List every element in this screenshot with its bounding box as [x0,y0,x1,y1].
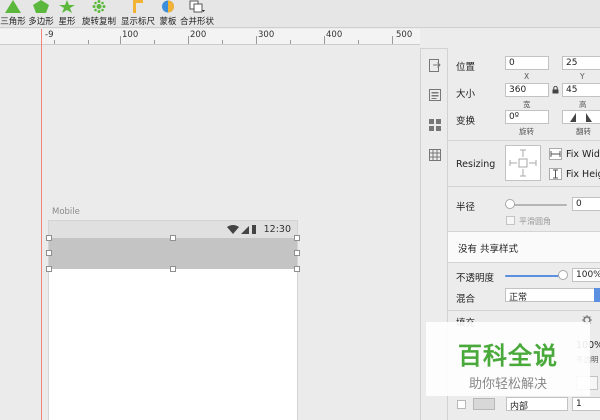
size-label: 大小 [456,89,476,100]
fix-height-icon[interactable] [549,168,562,180]
width-sublabel: 宽 [523,100,531,109]
combine-shapes-tool[interactable]: 合并形状 [180,0,214,28]
opacity-label: 不透明度 [456,273,495,284]
export-icon[interactable] [429,59,441,72]
resize-handle[interactable] [294,250,300,256]
polygon-tool[interactable]: 多边形 [27,0,55,28]
artboard-mobile[interactable]: 12:30 [46,221,300,420]
horizontal-ruler[interactable]: -9 100 200 300 400 500 [0,29,420,45]
combine-shapes-icon [189,0,205,13]
triangle-tool[interactable]: 三角形 [0,0,26,28]
ruler-label: 300 [258,30,275,40]
resize-handle[interactable] [46,235,52,241]
blend-label: 混合 [456,294,476,305]
resizing-pins-icon [509,149,537,177]
rotate-copy-icon [92,0,106,13]
signal-icons [227,225,256,234]
mask-tool[interactable]: 蒙板 [157,0,179,28]
shared-style-selector[interactable]: 没有 共享样式 [448,232,600,262]
ruler-tick [324,36,325,44]
transform-label: 变换 [456,116,476,127]
watermark: 百科全说 助你轻松解决 [426,322,590,396]
watermark-title: 百科全说 [458,342,558,370]
resizing-label: Resizing [456,159,496,170]
opacity-slider-knob[interactable] [558,270,568,280]
smooth-corners-label: 平滑圆角 [519,217,551,226]
divider [448,140,600,141]
y-label: Y [580,72,585,81]
resize-handle[interactable] [294,266,300,272]
ruler-label: 400 [326,30,343,40]
flip-buttons[interactable] [562,110,600,124]
ruler-label: -9 [45,30,54,40]
status-time: 12:30 [263,224,291,235]
artboard-label[interactable]: Mobile [52,207,80,217]
ruler-label: 200 [190,30,207,40]
ruler-tick [358,40,359,44]
star-icon [59,0,75,13]
border-width-field[interactable]: 1 [572,397,600,411]
flip-sublabel: 翻转 [576,127,591,136]
divider [448,186,600,187]
x-label: X [524,72,530,81]
ruler-tick [290,40,291,44]
blend-dropdown-arrow[interactable] [594,288,600,302]
ruler-tick [392,36,393,44]
app-bar-rectangle[interactable] [49,238,297,269]
border-position-select[interactable]: 内部 [506,397,568,411]
watermark-subtitle: 助你轻松解决 [468,377,547,392]
height-field[interactable]: 45 [562,83,600,97]
star-tool[interactable]: 星形 [56,0,78,28]
resize-handle[interactable] [46,250,52,256]
width-field[interactable]: 360 [505,83,549,97]
ruler-guide-line[interactable] [41,29,42,420]
ruler-tick [120,36,121,44]
resize-handle[interactable] [294,235,300,241]
position-label: 位置 [456,62,476,73]
divider [448,262,600,263]
pentagon-icon [33,0,49,13]
triangle-icon [5,0,21,13]
radius-field[interactable]: 0 [572,197,600,211]
lock-icon[interactable] [552,86,559,94]
resizing-widget[interactable] [505,145,541,181]
position-x-field[interactable]: 0 [505,56,549,70]
fix-width-label: Fix Widt [566,149,600,160]
ruler-icon [133,0,143,13]
grid-blocks-icon[interactable] [429,119,441,131]
radius-slider-knob[interactable] [505,199,515,209]
flip-icon [570,113,592,122]
radius-label: 半径 [456,202,476,213]
show-ruler-tool[interactable]: 显示标尺 [120,0,156,28]
resize-handle[interactable] [170,235,176,241]
mask-icon [162,0,174,13]
border-color-swatch[interactable] [473,398,495,410]
ruler-tick [256,36,257,44]
ruler-tick [188,36,189,44]
rotate-field[interactable]: 0º [505,110,549,124]
blend-mode-select[interactable]: 正常 [505,288,600,302]
border-checkbox[interactable] [457,400,466,409]
opacity-field[interactable]: 100% [572,268,600,282]
position-y-field[interactable]: 25 [562,56,600,70]
rotate-sublabel: 旋转 [519,127,534,136]
ruler-tick [88,40,89,44]
smooth-corners-checkbox[interactable] [506,216,515,225]
fix-width-icon[interactable] [549,148,562,160]
rotate-copy-tool[interactable]: 旋转复制 [80,0,118,28]
ruler-label: 100 [122,30,139,40]
fix-height-label: Fix Heig [566,169,600,180]
ruler-label: 500 [396,30,413,40]
resize-handle[interactable] [170,266,176,272]
layer-list-icon[interactable] [429,89,441,101]
ruler-tick [154,40,155,44]
table-grid-icon[interactable] [429,149,441,161]
shared-style-text: 没有 共享样式 [458,244,519,255]
divider [448,310,600,311]
ruler-tick [54,40,55,44]
ruler-tick [222,40,223,44]
toolbar: 三角形 多边形 星形 旋转复制 显示标尺 蒙板 合并形状 [0,0,600,28]
resize-handle[interactable] [46,266,52,272]
height-sublabel: 高 [579,100,587,109]
